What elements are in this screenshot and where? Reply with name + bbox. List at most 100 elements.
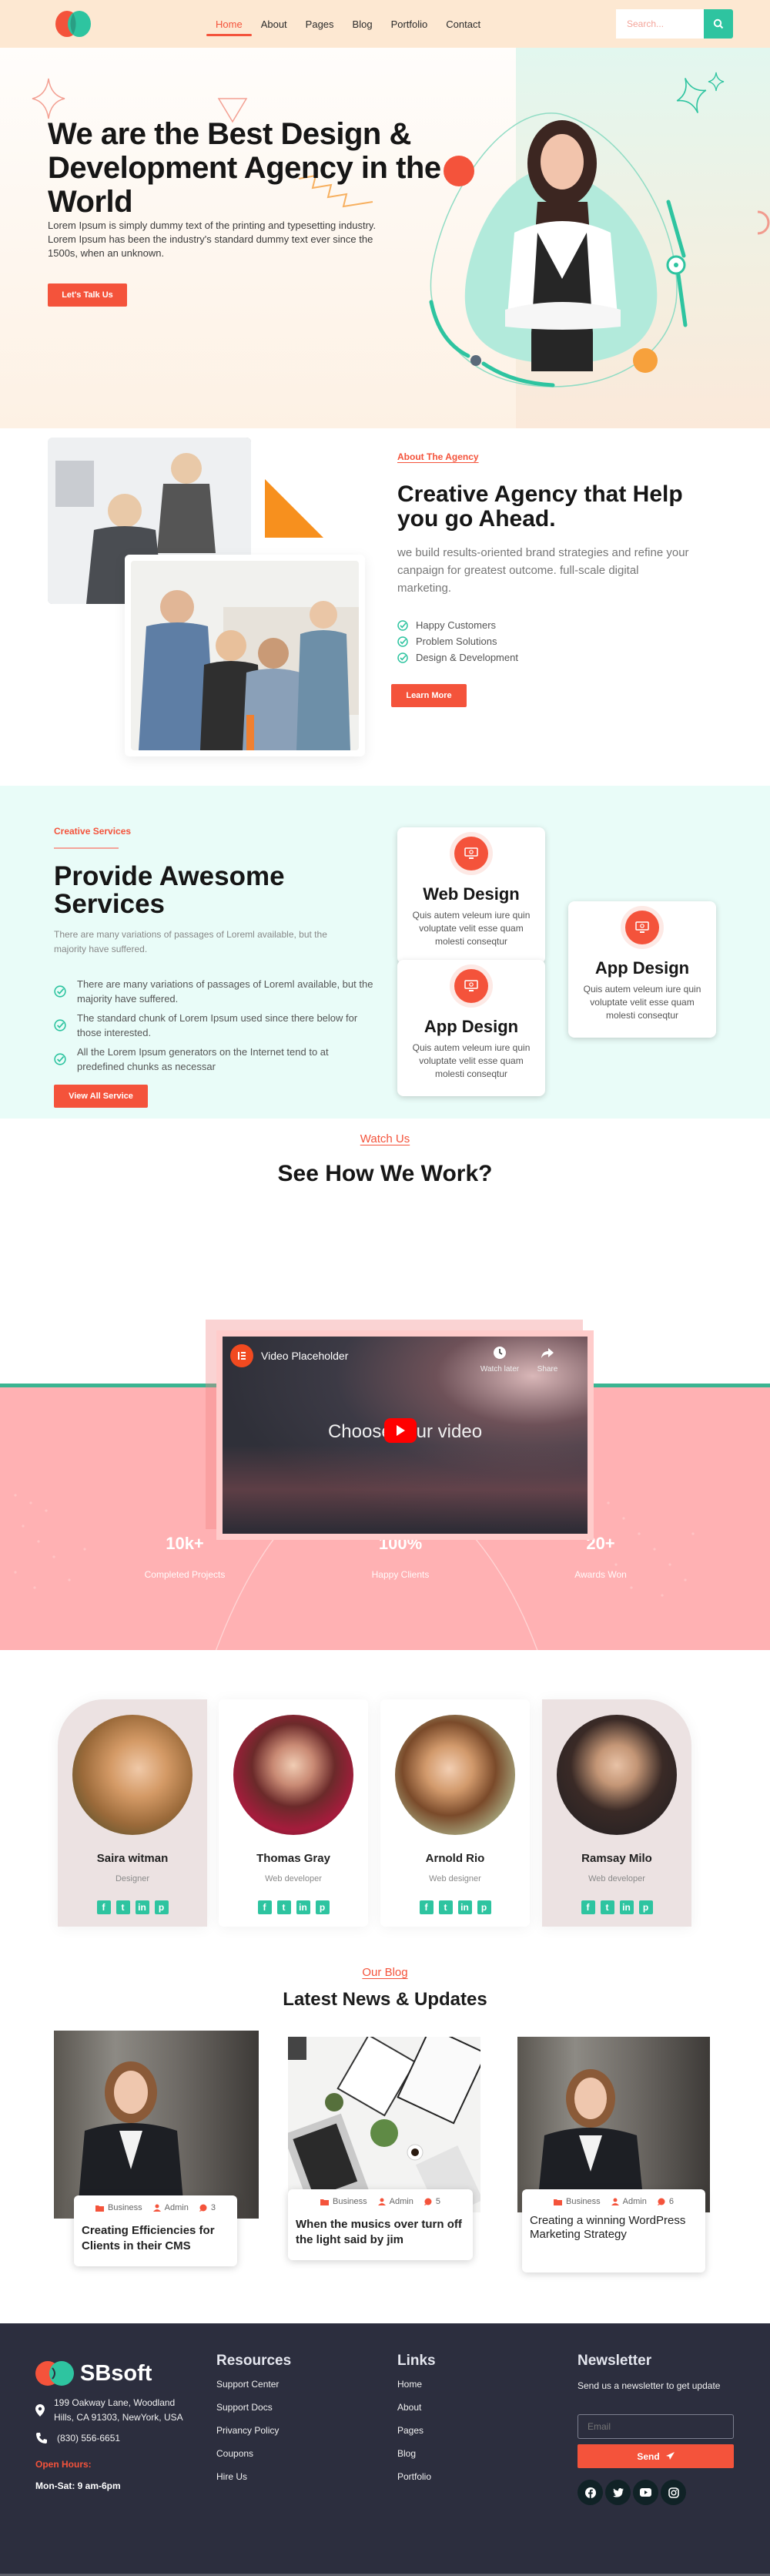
nav-home[interactable]: Home <box>206 15 252 36</box>
video-screen[interactable]: Video Placeholder Watch later Share Choo… <box>223 1337 588 1534</box>
facebook-icon[interactable]: f <box>96 1900 111 1914</box>
nav-portfolio[interactable]: Portfolio <box>382 15 437 36</box>
post-comments[interactable]: 6 <box>657 2197 674 2206</box>
check-circle-icon <box>54 1019 66 1031</box>
footer-link[interactable]: Blog <box>397 2442 436 2465</box>
twitter-icon[interactable] <box>605 2480 631 2505</box>
newsletter-email-input[interactable] <box>578 2414 734 2439</box>
about-kicker[interactable]: About The Agency <box>397 451 479 462</box>
avatar <box>72 1715 192 1835</box>
nav-about[interactable]: About <box>252 15 296 36</box>
blog-section: Our Blog Latest News & Updates Business … <box>0 1943 770 2319</box>
footer-link[interactable]: Privancy Policy <box>216 2419 291 2442</box>
check-label: Design & Development <box>416 652 518 663</box>
lets-talk-button[interactable]: Let's Talk Us <box>48 283 127 307</box>
post-category[interactable]: Business <box>320 2197 367 2206</box>
user-icon <box>377 2198 386 2205</box>
nav-blog[interactable]: Blog <box>343 15 382 36</box>
youtube-icon[interactable] <box>633 2480 658 2505</box>
post-title[interactable]: Creating a winning WordPress Marketing S… <box>530 2214 698 2242</box>
folder-icon <box>95 2205 105 2212</box>
team-member-card: Arnold Rio Web designer f t in p <box>380 1699 530 1927</box>
facebook-icon[interactable]: f <box>419 1900 434 1914</box>
team-member-card: Ramsay Milo Web developer f t in p <box>542 1699 691 1927</box>
post-category[interactable]: Business <box>554 2197 601 2206</box>
video-player[interactable]: Video Placeholder Watch later Share Choo… <box>216 1330 594 1540</box>
share-button[interactable]: Share <box>531 1346 564 1374</box>
blog-post[interactable]: Business Admin 5 When the musics over tu… <box>288 2031 480 2285</box>
post-author[interactable]: Admin <box>152 2203 189 2212</box>
footer-link[interactable]: Support Docs <box>216 2396 291 2419</box>
twitter-icon[interactable]: t <box>600 1900 614 1914</box>
pinterest-icon[interactable]: p <box>638 1900 653 1914</box>
service-list-text: All the Lorem Ipsum generators on the In… <box>77 1046 329 1072</box>
facebook-icon[interactable]: f <box>581 1900 595 1914</box>
logo-icon[interactable] <box>35 2360 74 2386</box>
sparkle-decoration-icon <box>32 78 65 119</box>
learn-more-button[interactable]: Learn More <box>391 684 467 707</box>
nav-pages[interactable]: Pages <box>296 15 343 36</box>
services-list: There are many variations of passages of… <box>54 977 377 1078</box>
linkedin-icon[interactable]: in <box>619 1900 634 1914</box>
blog-title: Latest News & Updates <box>283 1989 487 2010</box>
newsletter-send-button[interactable]: Send <box>578 2444 734 2468</box>
logo-icon[interactable] <box>54 10 94 38</box>
search-button[interactable] <box>704 9 733 39</box>
blog-post-image[interactable] <box>54 2031 259 2219</box>
service-title: App Design <box>594 958 690 978</box>
view-all-service-button[interactable]: View All Service <box>54 1085 148 1108</box>
service-card-app-design-2[interactable]: App Design Quis autem veleum iure quin v… <box>568 901 716 1038</box>
facebook-icon[interactable] <box>578 2480 603 2505</box>
member-role: Designer <box>115 1874 150 1883</box>
post-author[interactable]: Admin <box>377 2197 413 2206</box>
post-title[interactable]: Creating Efficiencies for Clients in the… <box>82 2223 229 2254</box>
post-comments[interactable]: 5 <box>424 2197 440 2206</box>
phone-text[interactable]: (830) 556-6651 <box>57 2433 120 2444</box>
footer-link[interactable]: Portfolio <box>397 2465 436 2488</box>
blog-post-image[interactable] <box>517 2037 710 2212</box>
blog-kicker-text[interactable]: Our Blog <box>362 1966 407 1979</box>
user-icon <box>152 2204 161 2212</box>
post-comments[interactable]: 3 <box>199 2203 216 2212</box>
service-card-app-design[interactable]: App Design Quis autem veleum iure quin v… <box>397 960 545 1096</box>
play-button[interactable] <box>384 1418 417 1443</box>
member-name: Ramsay Milo <box>581 1852 652 1865</box>
twitter-icon[interactable]: t <box>116 1900 130 1914</box>
search-input[interactable] <box>616 9 704 39</box>
pinterest-icon[interactable]: p <box>477 1900 491 1914</box>
service-card-web-design[interactable]: Web Design Quis autem veleum iure quin v… <box>397 827 545 964</box>
footer-link[interactable]: Coupons <box>216 2442 291 2465</box>
service-desc: Quis autem veleum iure quin voluptate ve… <box>412 1042 531 1079</box>
play-icon <box>397 1425 405 1436</box>
linkedin-icon[interactable]: in <box>457 1900 472 1914</box>
footer-link[interactable]: About <box>397 2396 436 2419</box>
check-circle-icon <box>397 619 408 631</box>
blog-post[interactable]: Business Admin 3 Creating Efficiencies f… <box>54 2031 259 2285</box>
service-list-text: There are many variations of passages of… <box>77 978 373 1005</box>
blog-post[interactable]: Business Admin 6 Creating a winning Word… <box>517 2031 710 2285</box>
facebook-icon[interactable]: f <box>257 1900 272 1914</box>
post-title[interactable]: When the musics over turn off the light … <box>296 2217 465 2248</box>
hero-illustration <box>429 112 688 387</box>
watch-later-button[interactable]: Watch later <box>477 1346 523 1374</box>
post-category[interactable]: Business <box>95 2203 142 2212</box>
check-item: Problem Solutions <box>397 636 518 647</box>
video-kicker-text[interactable]: Watch Us <box>360 1132 410 1145</box>
footer-link[interactable]: Home <box>397 2373 436 2396</box>
service-title: Web Design <box>423 884 520 904</box>
linkedin-icon[interactable]: in <box>135 1900 149 1914</box>
instagram-icon[interactable] <box>661 2480 686 2505</box>
blog-post-image[interactable] <box>288 2037 480 2212</box>
nav-contact[interactable]: Contact <box>437 15 490 36</box>
linkedin-icon[interactable]: in <box>296 1900 310 1914</box>
post-author[interactable]: Admin <box>611 2197 647 2206</box>
twitter-icon[interactable]: t <box>438 1900 453 1914</box>
pinterest-icon[interactable]: p <box>315 1900 330 1914</box>
check-circle-icon <box>54 985 66 998</box>
clock-icon <box>494 1347 506 1359</box>
twitter-icon[interactable]: t <box>276 1900 291 1914</box>
footer-link[interactable]: Support Center <box>216 2373 291 2396</box>
pinterest-icon[interactable]: p <box>154 1900 169 1914</box>
footer-link[interactable]: Hire Us <box>216 2465 291 2488</box>
footer-link[interactable]: Pages <box>397 2419 436 2442</box>
